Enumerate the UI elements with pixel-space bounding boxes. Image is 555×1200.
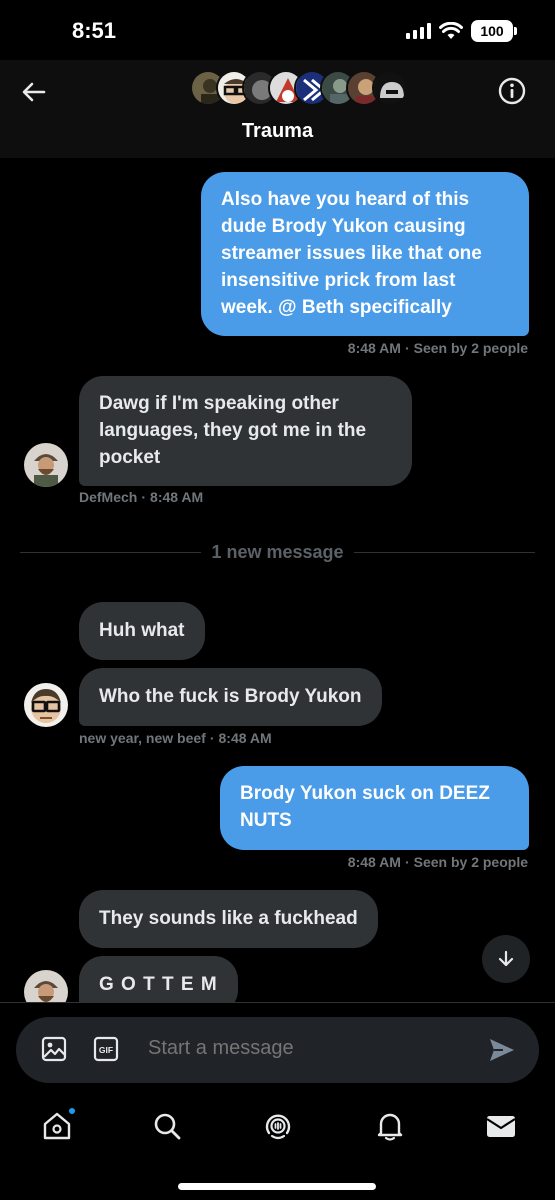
info-icon[interactable] [497,76,527,106]
message-text: They sounds like a fuckhead [99,908,358,929]
group-avatar-stack[interactable] [190,70,408,106]
send-icon[interactable] [487,1035,517,1065]
status-icons: 100 [406,20,517,42]
outgoing-message[interactable]: Also have you heard of this dude Brody Y… [201,172,529,336]
nav-notifications[interactable] [373,1109,407,1143]
message-text: G O T T E M [99,974,218,995]
group-title[interactable]: Trauma [0,120,555,143]
incoming-message[interactable]: Huh what [79,602,205,660]
status-bar: 8:51 100 [0,0,555,60]
message-text: Also have you heard of this dude Brody Y… [221,189,482,318]
message-input[interactable] [148,1037,468,1060]
message-text: Brody Yukon suck on DEEZ NUTS [240,783,490,831]
notifications-icon [377,1113,403,1141]
incoming-message[interactable]: They sounds like a fuckhead [79,890,378,948]
wifi-icon [439,22,463,39]
sender-avatar[interactable] [24,443,68,487]
scroll-to-bottom-button[interactable] [482,935,530,983]
incoming-message[interactable]: Dawg if I'm speaking other languages, th… [79,376,412,486]
composer-area: GIF [0,1002,555,1200]
incoming-message[interactable]: Who the fuck is Brody Yukon [79,668,382,726]
conversation-header: Trauma [0,60,555,158]
cellular-signal-icon [406,23,431,39]
home-indicator [178,1183,376,1190]
message-meta: 8:48 AM · Seen by 2 people [347,340,528,356]
spaces-icon [265,1114,291,1140]
divider-line [353,551,536,553]
outgoing-message[interactable]: Brody Yukon suck on DEEZ NUTS [220,766,529,850]
member-avatar [372,70,408,106]
nav-search[interactable] [150,1109,184,1143]
divider-label: 1 new message [211,541,344,562]
bottom-navigation [0,1103,555,1153]
svg-text:GIF: GIF [99,1045,113,1055]
message-text: Who the fuck is Brody Yukon [99,686,362,707]
nav-spaces[interactable] [261,1109,295,1143]
nav-messages[interactable] [484,1109,518,1143]
search-icon [154,1113,181,1140]
back-arrow-icon[interactable] [18,76,50,108]
notification-dot [67,1106,77,1116]
divider-line [20,551,202,553]
new-message-divider: 1 new message [20,540,536,564]
status-time: 8:51 [72,18,117,43]
message-text: Dawg if I'm speaking other languages, th… [99,393,367,468]
messages-icon [486,1116,516,1137]
message-meta: 8:48 AM · Seen by 2 people [347,854,528,870]
message-text: Huh what [99,620,185,641]
battery-icon: 100 [471,20,517,42]
message-meta: DefMech · 8:48 AM [79,489,204,505]
message-composer: GIF [16,1017,539,1083]
message-meta: new year, new beef · 8:48 AM [79,730,272,746]
gif-icon[interactable]: GIF [92,1035,120,1063]
image-icon[interactable] [40,1035,68,1063]
arrow-down-icon [498,950,514,967]
nav-home[interactable] [40,1106,77,1143]
sender-avatar[interactable] [24,683,68,727]
